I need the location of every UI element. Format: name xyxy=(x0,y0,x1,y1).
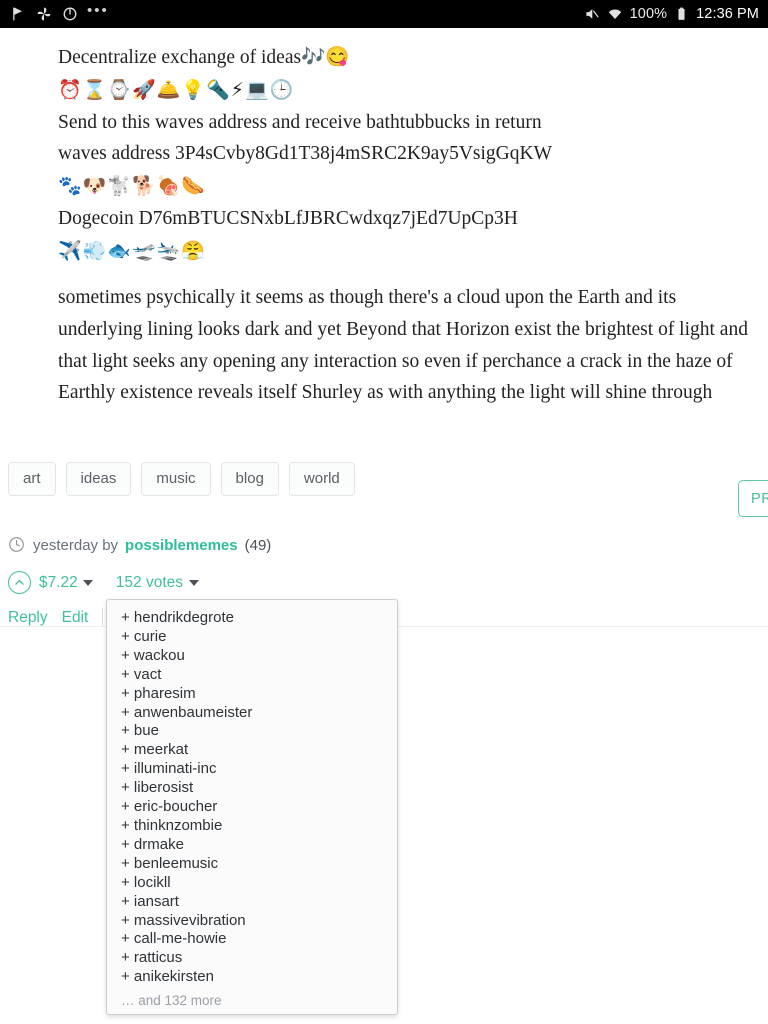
power-icon xyxy=(61,6,78,23)
voters-dropdown[interactable]: + hendrikdegrote + curie + wackou + vact… xyxy=(106,599,398,1015)
tag-ideas[interactable]: ideas xyxy=(65,462,132,496)
reply-button[interactable]: Reply xyxy=(8,609,48,627)
voter-item[interactable]: + call-me-howie xyxy=(107,930,397,949)
post-line-1: Decentralize exchange of ideas🎶😋 xyxy=(58,47,350,68)
clock-icon xyxy=(8,536,26,554)
tag-music[interactable]: music xyxy=(141,462,211,496)
status-bar-right-group: 100% 12:36 PM xyxy=(584,6,759,23)
voter-item[interactable]: + bue xyxy=(107,722,397,741)
voter-item[interactable]: + illuminati-inc xyxy=(107,760,397,779)
voter-item[interactable]: + ratticus xyxy=(107,949,397,968)
voter-item[interactable]: + locikll xyxy=(107,874,397,893)
voter-item[interactable]: + anwenbaumeister xyxy=(107,704,397,723)
post-page: Decentralize exchange of ideas🎶😋 ⏰⌛⌚🚀🛎️💡… xyxy=(0,28,768,1024)
voter-item[interactable]: + massivevibration xyxy=(107,912,397,931)
voter-item[interactable]: + thinknzombie xyxy=(107,817,397,836)
voter-item[interactable]: + curie xyxy=(107,628,397,647)
tag-world[interactable]: world xyxy=(288,462,355,496)
flag-icon xyxy=(9,6,26,23)
edit-button[interactable]: Edit xyxy=(62,609,89,627)
voter-item[interactable]: + hendrikdegrote xyxy=(107,609,397,628)
battery-icon xyxy=(673,6,690,23)
promote-button[interactable]: PROMOTE xyxy=(738,480,768,517)
post-emoji-line-3: ✈️💨🐟🛫🛬😤 xyxy=(58,239,206,262)
voter-item[interactable]: + wackou xyxy=(107,647,397,666)
voter-item[interactable]: + drmake xyxy=(107,836,397,855)
payout-caret-down-icon[interactable] xyxy=(82,579,93,586)
post-emoji-line-2: 🐾🐶🐩🐕🍖🌭 xyxy=(58,174,206,197)
author-reputation: (49) xyxy=(244,536,272,554)
votes-caret-down-icon[interactable] xyxy=(189,579,200,586)
status-overflow-icon: ••• xyxy=(87,2,109,19)
voter-item[interactable]: + eric-boucher xyxy=(107,798,397,817)
pinwheel-icon xyxy=(35,6,52,23)
tag-art[interactable]: art xyxy=(8,462,56,496)
battery-percent-label: 100% xyxy=(629,6,668,22)
post-emoji-line-1: ⏰⌛⌚🚀🛎️💡🔦⚡💻🕒 xyxy=(58,78,295,101)
mute-icon xyxy=(584,6,601,23)
payout-amount[interactable]: $7.22 xyxy=(39,574,78,592)
status-bar-clock: 12:36 PM xyxy=(696,6,759,22)
voter-item[interactable]: + iansart xyxy=(107,893,397,912)
vote-row: $7.22 152 votes xyxy=(8,571,200,594)
voter-item[interactable]: + meerkat xyxy=(107,741,397,760)
voter-item[interactable]: + liberosist xyxy=(107,779,397,798)
post-dogecoin-address: Dogecoin D76mBTUCSNxbLfJBRCwdxqz7jEd7UpC… xyxy=(58,208,518,230)
voter-item[interactable]: + anikekirsten xyxy=(107,968,397,987)
tags-row: art ideas music blog world xyxy=(0,455,768,503)
status-bar-left-group: ••• xyxy=(9,2,109,23)
voters-more-label: … and 132 more xyxy=(121,993,222,1009)
chevron-up-circle-icon[interactable] xyxy=(8,571,31,594)
post-paragraph: sometimes psychically it seems as though… xyxy=(58,287,748,404)
post-meta: yesterday by possiblememes (49) xyxy=(8,536,271,554)
wifi-icon xyxy=(607,6,624,23)
tag-blog[interactable]: blog xyxy=(220,462,279,496)
votes-count[interactable]: 152 votes xyxy=(116,574,183,592)
post-timestamp: yesterday by xyxy=(33,536,119,554)
post-waves-address: waves address 3P4sCvby8Gd1T38j4mSRC2K9ay… xyxy=(58,143,552,165)
status-bar: ••• 100% 12:36 PM xyxy=(0,0,768,28)
post-line-2: Send to this waves address and receive b… xyxy=(58,111,542,133)
post-content: Decentralize exchange of ideas🎶😋 ⏰⌛⌚🚀🛎️💡… xyxy=(0,28,768,409)
author-link[interactable]: possiblememes xyxy=(125,537,238,554)
voter-item[interactable]: + benleemusic xyxy=(107,855,397,874)
voter-item[interactable]: + vact xyxy=(107,666,397,685)
voter-item[interactable]: + pharesim xyxy=(107,685,397,704)
actions-divider xyxy=(102,608,104,628)
